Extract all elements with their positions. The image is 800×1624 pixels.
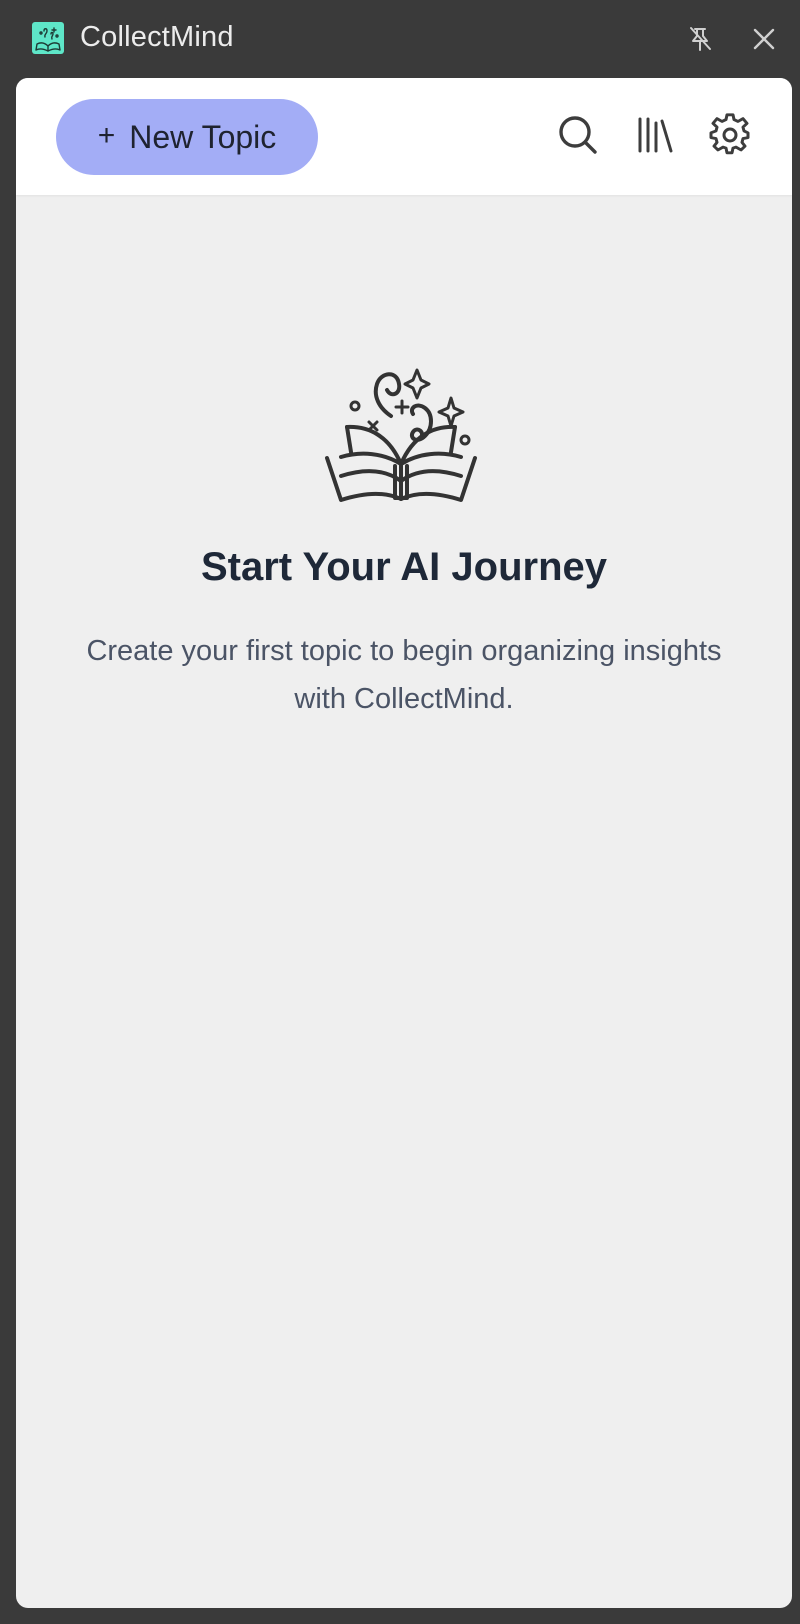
new-topic-button[interactable]: + New Topic <box>56 99 318 175</box>
gear-icon[interactable] <box>705 110 755 160</box>
app-title: CollectMind <box>80 21 234 53</box>
magic-book-icon <box>321 356 481 511</box>
empty-state-description: Create your first topic to begin organiz… <box>86 635 722 715</box>
close-icon[interactable] <box>745 20 783 58</box>
plus-icon: + <box>97 119 116 152</box>
title-bar: CollectMind <box>0 0 800 76</box>
new-topic-label: New Topic <box>129 118 277 155</box>
toolbar: + New Topic <box>16 78 792 195</box>
library-icon[interactable] <box>629 110 679 160</box>
main-panel: + New Topic Start Your AI Journey Create… <box>16 78 792 1608</box>
app-logo-icon <box>32 22 64 54</box>
empty-state-title: Start Your AI Journey <box>200 545 607 589</box>
pin-off-icon[interactable] <box>681 20 719 58</box>
search-icon[interactable] <box>553 110 603 160</box>
app-window: CollectMind + New Topic Start Your AI Jo… <box>0 0 800 1624</box>
